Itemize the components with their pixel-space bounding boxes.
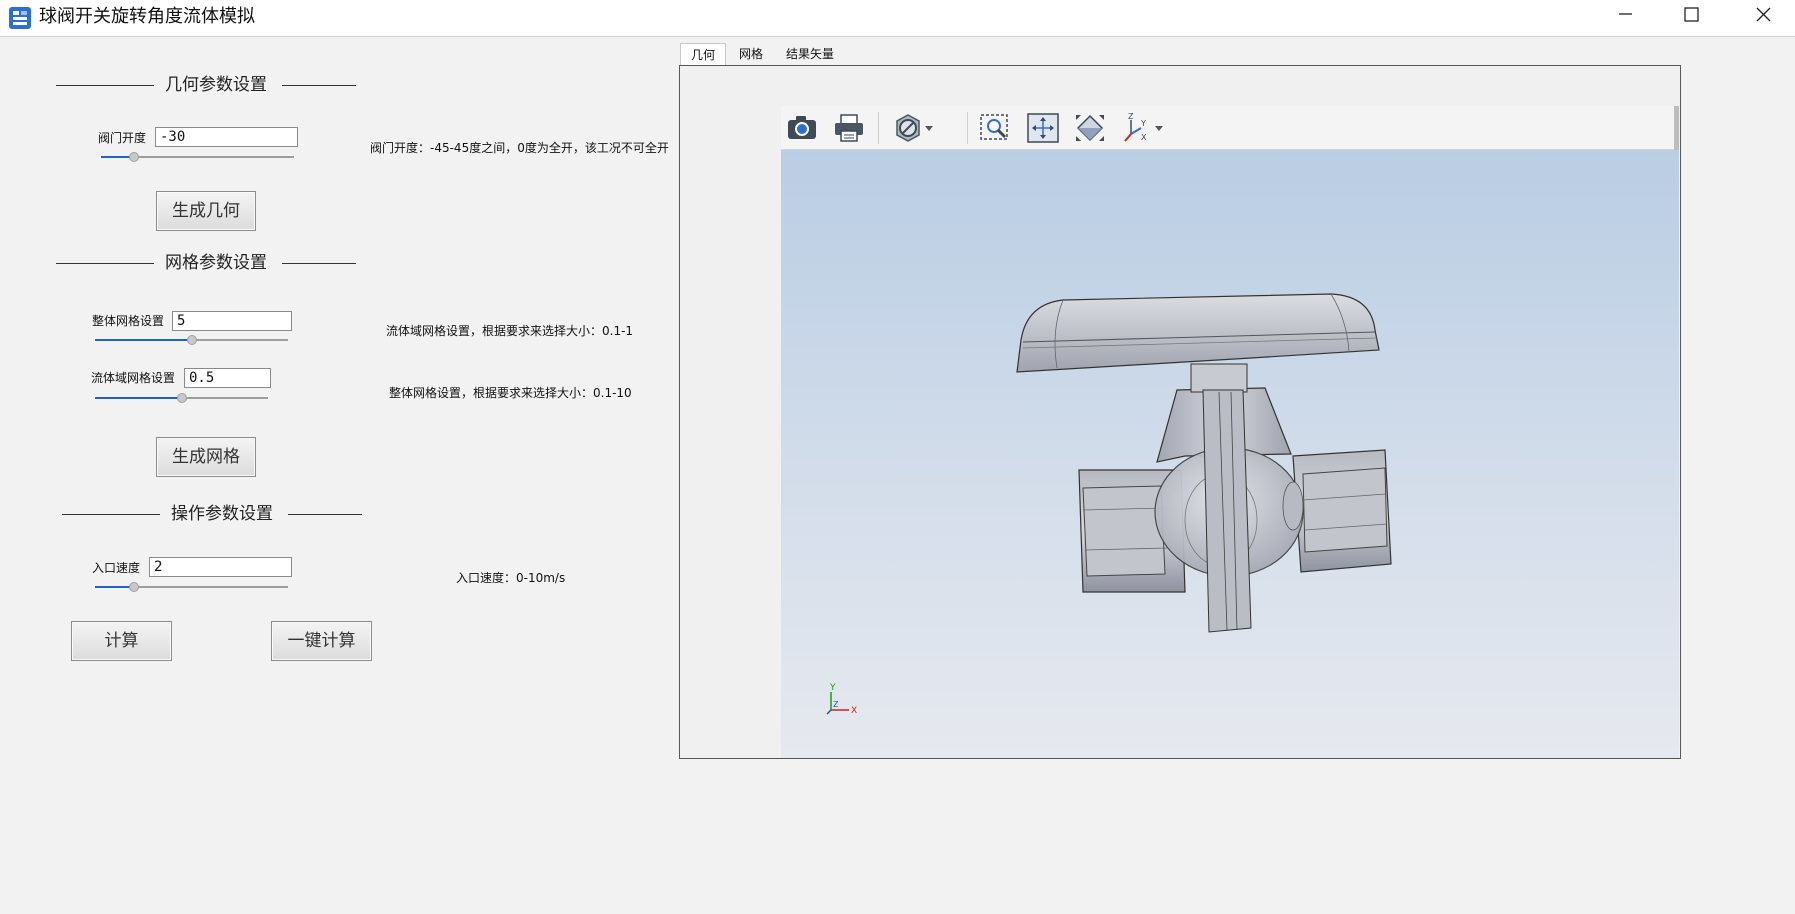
valve-opening-label: 阀门开度 — [98, 131, 147, 145]
generate-mesh-button[interactable]: 生成网格 — [156, 437, 256, 477]
camera-icon[interactable] — [785, 112, 819, 144]
fluid-mesh-hint: 整体网格设置，根据要求来选择大小：0.1-10 — [389, 386, 632, 400]
svg-text:X: X — [1141, 133, 1147, 142]
slider-thumb[interactable] — [176, 393, 187, 403]
3d-viewport[interactable]: Y X Z — [781, 150, 1679, 758]
fluid-mesh-slider[interactable] — [95, 392, 268, 404]
chevron-down-icon[interactable] — [921, 112, 937, 144]
slider-thumb[interactable] — [128, 152, 139, 162]
print-icon[interactable] — [832, 112, 866, 144]
operation-section-title: 操作参数设置 — [171, 504, 273, 524]
valve-opening-hint: 阀门开度：-45-45度之间，0度为全开，该工况不可全开 — [370, 141, 669, 155]
global-mesh-input[interactable]: 5 — [172, 311, 292, 331]
zoom-box-icon[interactable] — [978, 112, 1012, 144]
maximize-button[interactable] — [1656, 0, 1726, 30]
app-icon — [9, 7, 31, 29]
view-iso-icon[interactable] — [1073, 112, 1107, 144]
chevron-down-icon[interactable] — [1151, 112, 1167, 144]
svg-text:Y: Y — [1140, 119, 1146, 128]
global-mesh-label: 整体网格设置 — [92, 314, 165, 328]
inlet-velocity-label: 入口速度 — [92, 561, 141, 575]
mesh-section-title: 网格参数设置 — [165, 253, 267, 273]
tab-result-vector[interactable]: 结果矢量 — [778, 43, 842, 65]
tab-geometry[interactable]: 几何 — [680, 43, 726, 65]
triad-y-label: Y — [829, 683, 836, 693]
close-button[interactable] — [1728, 0, 1795, 30]
triad-z-label: Z — [833, 700, 839, 709]
slider-thumb[interactable] — [186, 335, 197, 345]
valve-opening-input[interactable]: -30 — [155, 127, 298, 147]
slider-thumb[interactable] — [128, 582, 139, 592]
title-bar: 球阀开关旋转角度流体模拟 — [0, 0, 1795, 37]
triad-x-label: X — [851, 706, 857, 716]
3d-viewer[interactable]: Z Y X Y X Z — [781, 106, 1679, 758]
geometry-section-title: 几何参数设置 — [165, 75, 267, 95]
viewer-toolbar: Z Y X — [781, 106, 1679, 150]
maximize-icon — [1684, 7, 1699, 22]
operation-section-header: 操作参数设置 — [62, 502, 362, 528]
geometry-section-header: 几何参数设置 — [56, 73, 356, 99]
calculate-button[interactable]: 计算 — [71, 621, 172, 661]
close-icon — [1756, 7, 1771, 22]
minimize-icon — [1619, 13, 1632, 15]
toolbar-scrollbar[interactable] — [1674, 106, 1679, 150]
minimize-button[interactable] — [1590, 0, 1660, 30]
global-mesh-hint: 流体域网格设置，根据要求来选择大小：0.1-1 — [386, 324, 634, 338]
global-mesh-slider[interactable] — [95, 334, 288, 346]
inlet-velocity-input[interactable]: 2 — [149, 557, 292, 577]
display-mode-icon[interactable] — [891, 112, 925, 144]
fluid-mesh-label: 流体域网格设置 — [91, 371, 176, 385]
mesh-section-header: 网格参数设置 — [56, 251, 356, 277]
inlet-velocity-hint: 入口速度：0-10m/s — [456, 571, 566, 585]
window-title: 球阀开关旋转角度流体模拟 — [39, 6, 255, 27]
valve-opening-slider[interactable] — [101, 151, 294, 163]
inlet-velocity-slider[interactable] — [95, 581, 288, 593]
generate-geometry-button[interactable]: 生成几何 — [156, 191, 256, 231]
fluid-mesh-input[interactable]: 0.5 — [184, 368, 271, 388]
axis-triad: Y X Z — [826, 683, 857, 716]
tab-mesh[interactable]: 网格 — [728, 43, 774, 65]
fit-all-icon[interactable] — [1026, 112, 1060, 144]
ball-valve-model — [1016, 293, 1392, 633]
axis-triad-icon[interactable]: Z Y X — [1121, 112, 1155, 144]
svg-text:Z: Z — [1128, 112, 1134, 121]
one-click-calculate-button[interactable]: 一键计算 — [271, 621, 372, 661]
